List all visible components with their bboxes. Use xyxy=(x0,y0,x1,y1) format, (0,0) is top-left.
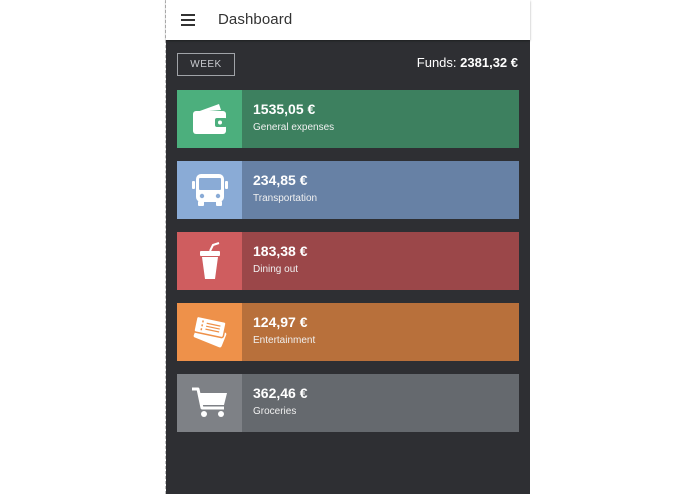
app-window: Dashboard WEEK Funds: 2381,32 € 1535,05 … xyxy=(166,0,530,494)
category-icon-tile xyxy=(177,374,242,432)
page-title: Dashboard xyxy=(218,11,293,28)
drink-cup-icon xyxy=(199,242,220,279)
funds-label: Funds: xyxy=(416,55,457,70)
category-name: Transportation xyxy=(253,193,318,204)
category-icon-tile xyxy=(177,303,242,361)
category-amount: 234,85 € xyxy=(253,172,308,188)
category-name: General expenses xyxy=(253,122,335,133)
tickets-icon xyxy=(192,315,227,348)
category-card-body: 183,38 € Dining out xyxy=(242,232,519,290)
category-list: 1535,05 € General expenses 234,85 € Tran… xyxy=(177,90,519,445)
category-card-body: 234,85 € Transportation xyxy=(242,161,519,219)
category-name: Entertainment xyxy=(253,335,316,346)
category-name: Groceries xyxy=(253,406,297,417)
category-card-entertainment[interactable]: 124,97 € Entertainment xyxy=(177,303,519,361)
category-name: Dining out xyxy=(253,264,299,275)
period-week-button[interactable]: WEEK xyxy=(177,53,235,76)
category-card-body: 124,97 € Entertainment xyxy=(242,303,519,361)
app-bar: Dashboard xyxy=(166,0,530,40)
category-card-dining-out[interactable]: 183,38 € Dining out xyxy=(177,232,519,290)
category-card-groceries[interactable]: 362,46 € Groceries xyxy=(177,374,519,432)
category-card-body: 362,46 € Groceries xyxy=(242,374,519,432)
category-icon-tile xyxy=(177,232,242,290)
funds-summary: Funds: 2381,32 € xyxy=(417,55,518,70)
shopping-cart-icon xyxy=(191,387,227,417)
hamburger-menu-icon[interactable] xyxy=(181,14,195,26)
category-amount: 362,46 € xyxy=(253,385,308,401)
category-icon-tile xyxy=(177,90,242,148)
category-amount: 1535,05 € xyxy=(253,101,316,117)
category-card-general-expenses[interactable]: 1535,05 € General expenses xyxy=(177,90,519,148)
category-amount: 183,38 € xyxy=(253,243,308,259)
category-card-transportation[interactable]: 234,85 € Transportation xyxy=(177,161,519,219)
funds-value: 2381,32 € xyxy=(460,55,518,70)
category-icon-tile xyxy=(177,161,242,219)
category-amount: 124,97 € xyxy=(253,314,308,330)
category-card-body: 1535,05 € General expenses xyxy=(242,90,519,148)
bus-icon xyxy=(191,174,228,206)
wallet-icon xyxy=(192,104,227,134)
